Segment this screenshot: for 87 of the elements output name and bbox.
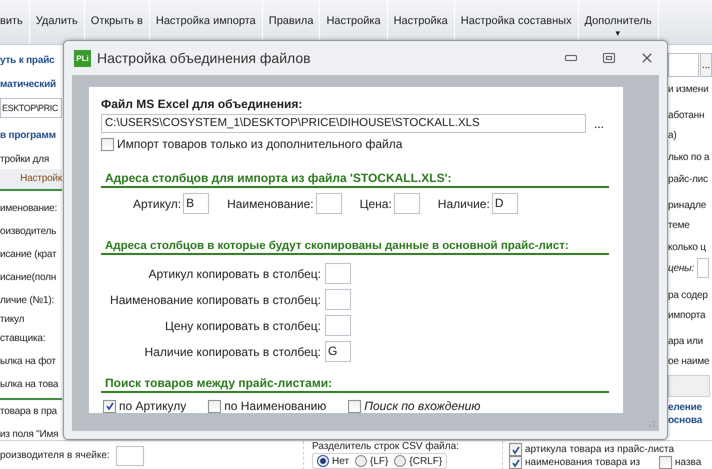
- option-label: а): [668, 129, 678, 143]
- path-field[interactable]: [668, 53, 700, 77]
- column-label: Наличие копировать в столбец:: [144, 344, 321, 358]
- field-label: ылка на фот: [0, 355, 57, 369]
- browse-button[interactable]: ...: [700, 53, 712, 77]
- field-label: роизводителя в ячейке:: [0, 450, 110, 461]
- checkbox[interactable]: [101, 138, 114, 150]
- field-label: тикул: [0, 313, 26, 327]
- checkbox[interactable]: [659, 456, 672, 469]
- file-label: Файл MS Excel для объединения:: [101, 97, 304, 111]
- checkbox-label: Импорт товаров только из дополнительного файла: [117, 137, 402, 151]
- field-label: исание (крат: [0, 248, 58, 262]
- option-label: и измени: [668, 83, 710, 97]
- option-label: теме: [668, 219, 691, 233]
- field-label: тройки для: [0, 153, 50, 167]
- maximize-icon[interactable]: [603, 53, 615, 63]
- section-heading: Адреса столбцов в которые будут скопированы данные в основной прайс-лист:: [101, 240, 609, 255]
- radio-label: {CRLF}: [409, 456, 442, 466]
- price-field[interactable]: [696, 258, 709, 278]
- field-label: ылка на това: [0, 378, 60, 392]
- option-label: ое наиме: [668, 355, 710, 369]
- field-label: ставщика:: [0, 332, 46, 346]
- section-heading: Поиск товаров между прайс-листами:: [101, 376, 609, 393]
- checkbox[interactable]: [348, 400, 362, 412]
- column-field[interactable]: G: [325, 341, 351, 362]
- radio-label: Нет: [332, 456, 350, 466]
- file-path-field[interactable]: C:\USERS\COSYSTEM_1\DESKTOP\PRICE\DIHOUSE\STOCKALL.XLS: [101, 114, 586, 133]
- option-label: колько ц: [668, 241, 707, 255]
- section-heading: Адреса столбцов для импорта из файла 'STOCKALL.XLS':: [101, 171, 609, 188]
- radio-button[interactable]: [317, 455, 329, 467]
- option-label: ринадле: [668, 199, 708, 213]
- option-label: ра содер: [668, 289, 709, 303]
- browse-button[interactable]: ...: [594, 116, 604, 130]
- option-label: импорта: [668, 309, 706, 323]
- option-label: ара или: [668, 335, 704, 349]
- column-field[interactable]: [325, 289, 351, 310]
- checkbox[interactable]: [103, 400, 116, 412]
- radio-button[interactable]: [394, 455, 406, 467]
- column-field[interactable]: [325, 263, 351, 284]
- close-icon[interactable]: [641, 53, 653, 63]
- window-title: Настройка объединения файлов: [97, 50, 311, 66]
- minimize-icon[interactable]: [565, 53, 577, 63]
- column-label: Наименование:: [227, 196, 314, 210]
- option-label: райс-лис: [668, 173, 709, 187]
- checkbox-label: по Наименованию: [224, 399, 326, 413]
- section-heading: уть к прайс: [0, 54, 56, 68]
- resize-grip-icon[interactable]: [649, 421, 655, 427]
- section-heading: основа: [668, 414, 704, 427]
- checkbox-label: по Артикулу: [119, 399, 186, 413]
- text-field[interactable]: [668, 375, 710, 397]
- field-label: оизводитель: [0, 225, 58, 239]
- column-field[interactable]: D: [492, 193, 518, 214]
- option-label: лько по а: [668, 151, 710, 165]
- checkbox-label: назва: [675, 457, 702, 468]
- column-label: Артикул копировать в столбец:: [147, 266, 321, 280]
- column-label: Цену копировать в столбец:: [164, 318, 321, 332]
- column-label: Цена:: [360, 196, 392, 210]
- toolbar-button[interactable]: вить: [0, 0, 30, 44]
- column-field[interactable]: [325, 315, 351, 336]
- settings-tab[interactable]: Настройк: [0, 169, 62, 191]
- option-label: аботанн: [668, 109, 706, 123]
- field-label: исание(полн: [0, 271, 58, 285]
- section-heading: в программ: [0, 129, 57, 143]
- checkbox[interactable]: [509, 456, 522, 469]
- checkbox[interactable]: [208, 400, 222, 412]
- cell-field[interactable]: [116, 446, 144, 466]
- price-label: цены:: [668, 262, 694, 274]
- column-label: Артикул:: [133, 196, 182, 210]
- field-label: личие (№1):: [0, 294, 56, 308]
- app-logo: PLi: [74, 50, 91, 66]
- field-label: Разделитель строк CSV файла:: [312, 441, 460, 453]
- radio-label: {LF}: [370, 456, 388, 466]
- checkbox[interactable]: [509, 443, 522, 456]
- checkbox-label: Поиск по вхождению: [364, 399, 480, 413]
- column-label: Наименование копировать в столбец:: [109, 292, 321, 306]
- column-label: Наличие:: [438, 196, 490, 210]
- checkbox-label: артикула товара из прайс-листа: [525, 444, 674, 455]
- column-field[interactable]: [316, 193, 342, 214]
- field-label: именование:: [0, 202, 58, 216]
- path-field[interactable]: ESKTOP\PRIC: [0, 98, 62, 118]
- section-heading: матический: [0, 78, 57, 92]
- checkbox-label: наименования товара из: [525, 457, 640, 468]
- radio-button[interactable]: [355, 455, 368, 467]
- column-field[interactable]: B: [183, 193, 210, 214]
- column-field[interactable]: [394, 193, 420, 214]
- section-heading: еление: [668, 401, 703, 414]
- field-label: из поля "Имя: [0, 428, 60, 440]
